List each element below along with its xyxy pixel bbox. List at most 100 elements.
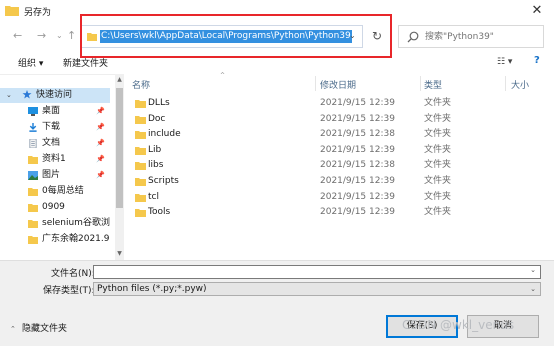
new-folder-button[interactable]: 新建文件夹 xyxy=(63,56,108,69)
sidebar-item-folder-guangdong[interactable]: 广东余翰2021.9 xyxy=(0,232,110,247)
scrollbar-thumb[interactable] xyxy=(116,88,123,208)
address-dropdown-icon[interactable]: ⌄ xyxy=(349,31,356,40)
up-arrow-icon[interactable]: ↑ xyxy=(67,30,76,42)
sidebar-item-label: 图片 xyxy=(42,170,61,180)
table-row[interactable]: Scripts 2021/9/15 12:39 文件夹 xyxy=(124,174,554,189)
filetype-label: 保存类型(T): xyxy=(43,286,95,296)
folder-icon xyxy=(87,33,97,41)
refresh-button[interactable]: ↻ xyxy=(366,26,388,47)
app-folder-icon xyxy=(5,6,19,16)
file-type: 文件夹 xyxy=(424,191,452,202)
filetype-dropdown-icon[interactable]: ⌄ xyxy=(530,283,536,295)
file-name: tcl xyxy=(148,191,159,202)
filename-label: 文件名(N): xyxy=(51,269,95,279)
file-type: 文件夹 xyxy=(424,207,452,218)
filename-input[interactable] xyxy=(94,266,514,278)
sidebar-item-pictures[interactable]: 图片 📌 xyxy=(0,168,110,183)
view-options-icon[interactable]: ☷ ▾ xyxy=(497,57,512,67)
navigation-scrollbar[interactable]: ▲ ▼ xyxy=(115,74,124,260)
column-header-size[interactable]: 大小 xyxy=(511,78,529,91)
table-row[interactable]: Doc 2021/9/15 12:39 文件夹 xyxy=(124,112,554,127)
folder-icon xyxy=(28,220,38,228)
sidebar-item-label: selenium谷歌浏 xyxy=(42,218,110,228)
organize-button[interactable]: 组织 ▾ xyxy=(18,56,43,69)
file-modified: 2021/9/15 12:38 xyxy=(320,160,395,171)
sidebar-item-folder-weekly[interactable]: 0每周总结 xyxy=(0,184,110,199)
navigation-pane: ⌄ 快速访问 桌面 📌 下载 📌 文档 📌 资料1 📌 图片 📌 0每周总结 0… xyxy=(0,74,124,260)
column-header-type[interactable]: 类型 xyxy=(424,78,442,91)
file-type: 文件夹 xyxy=(424,113,452,124)
file-type: 文件夹 xyxy=(424,129,452,140)
file-name: Doc xyxy=(148,113,166,124)
window-title: 另存为 xyxy=(24,8,52,18)
file-modified: 2021/9/15 12:39 xyxy=(320,113,395,124)
sidebar-item-folder-1[interactable]: 资料1 📌 xyxy=(0,152,110,167)
folder-icon xyxy=(28,156,38,164)
back-arrow-icon[interactable]: ← xyxy=(13,30,22,42)
table-row[interactable]: DLLs 2021/9/15 12:39 文件夹 xyxy=(124,96,554,111)
star-icon xyxy=(22,90,32,99)
forward-arrow-icon[interactable]: → xyxy=(37,30,46,42)
address-path[interactable]: C:\Users\wkl\AppData\Local\Programs\Pyth… xyxy=(100,30,352,43)
search-box[interactable] xyxy=(398,25,544,48)
search-input[interactable] xyxy=(425,30,535,44)
close-button[interactable]: ✕ xyxy=(528,2,546,20)
folder-icon xyxy=(135,209,146,218)
table-row[interactable]: Tools 2021/9/15 12:39 文件夹 xyxy=(124,205,554,220)
folder-icon xyxy=(135,146,146,155)
hide-folders-toggle[interactable]: ⌃ 隐藏文件夹 xyxy=(10,321,67,334)
file-name: Tools xyxy=(148,207,171,218)
pin-icon: 📌 xyxy=(96,107,105,115)
sidebar-item-label: 文档 xyxy=(42,138,61,148)
column-header-name[interactable]: 名称 xyxy=(132,78,150,91)
file-type: 文件夹 xyxy=(424,144,452,155)
scroll-down-icon[interactable]: ▼ xyxy=(115,250,124,257)
file-modified: 2021/9/15 12:38 xyxy=(320,129,395,140)
sidebar-item-folder-selenium[interactable]: selenium谷歌浏 xyxy=(0,216,110,231)
folder-icon xyxy=(135,131,146,140)
filetype-select[interactable]: Python files (*.py;*.pyw) ⌄ xyxy=(93,282,541,296)
table-row[interactable]: include 2021/9/15 12:38 文件夹 xyxy=(124,127,554,142)
sidebar-item-quick-access[interactable]: ⌄ 快速访问 xyxy=(0,88,110,103)
column-header-modified[interactable]: 修改日期 xyxy=(320,78,356,91)
file-type: 文件夹 xyxy=(424,176,452,186)
pictures-icon xyxy=(28,171,38,180)
search-icon xyxy=(407,31,419,43)
folder-icon xyxy=(135,178,146,186)
file-type: 文件夹 xyxy=(424,98,452,108)
sidebar-item-label: 0909 xyxy=(42,202,65,212)
sidebar-item-documents[interactable]: 文档 📌 xyxy=(0,136,110,151)
file-type: 文件夹 xyxy=(424,160,452,171)
table-row[interactable]: Lib 2021/9/15 12:39 文件夹 xyxy=(124,143,554,158)
sidebar-item-desktop[interactable]: 桌面 📌 xyxy=(0,104,110,119)
column-separator[interactable] xyxy=(420,76,421,91)
sidebar-item-label: 资料1 xyxy=(42,154,66,164)
column-separator[interactable] xyxy=(505,76,506,91)
filename-dropdown-icon[interactable]: ⌄ xyxy=(530,266,536,274)
sidebar-item-downloads[interactable]: 下载 📌 xyxy=(0,120,110,135)
scroll-up-icon[interactable]: ▲ xyxy=(115,76,124,83)
address-bar[interactable]: C:\Users\wkl\AppData\Local\Programs\Pyth… xyxy=(80,25,363,48)
filename-field[interactable]: ⌄ xyxy=(93,265,541,279)
folder-icon xyxy=(135,162,146,171)
sidebar-item-folder-0909[interactable]: 0909 xyxy=(0,200,110,215)
help-icon[interactable]: ? xyxy=(534,55,540,66)
folder-icon xyxy=(135,100,146,108)
file-modified: 2021/9/15 12:39 xyxy=(320,176,395,186)
sidebar-item-label: 0每周总结 xyxy=(42,186,84,196)
column-separator[interactable] xyxy=(315,76,316,91)
expand-chevron-icon[interactable]: ⌄ xyxy=(6,88,12,103)
table-row[interactable]: tcl 2021/9/15 12:39 文件夹 xyxy=(124,190,554,205)
pin-icon: 📌 xyxy=(96,171,105,179)
recent-locations-chevron-icon[interactable]: ⌄ xyxy=(56,30,63,42)
title-bar: 另存为 ✕ xyxy=(0,0,554,22)
document-icon xyxy=(29,139,37,148)
table-row[interactable]: libs 2021/9/15 12:38 文件夹 xyxy=(124,158,554,173)
folder-icon xyxy=(28,236,38,244)
folder-icon xyxy=(135,115,146,124)
sidebar-item-label: 广东余翰2021.9 xyxy=(42,234,110,244)
pin-icon: 📌 xyxy=(96,123,105,131)
file-modified: 2021/9/15 12:39 xyxy=(320,207,395,218)
download-icon xyxy=(29,123,37,132)
sidebar-item-label: 快速访问 xyxy=(36,90,73,100)
